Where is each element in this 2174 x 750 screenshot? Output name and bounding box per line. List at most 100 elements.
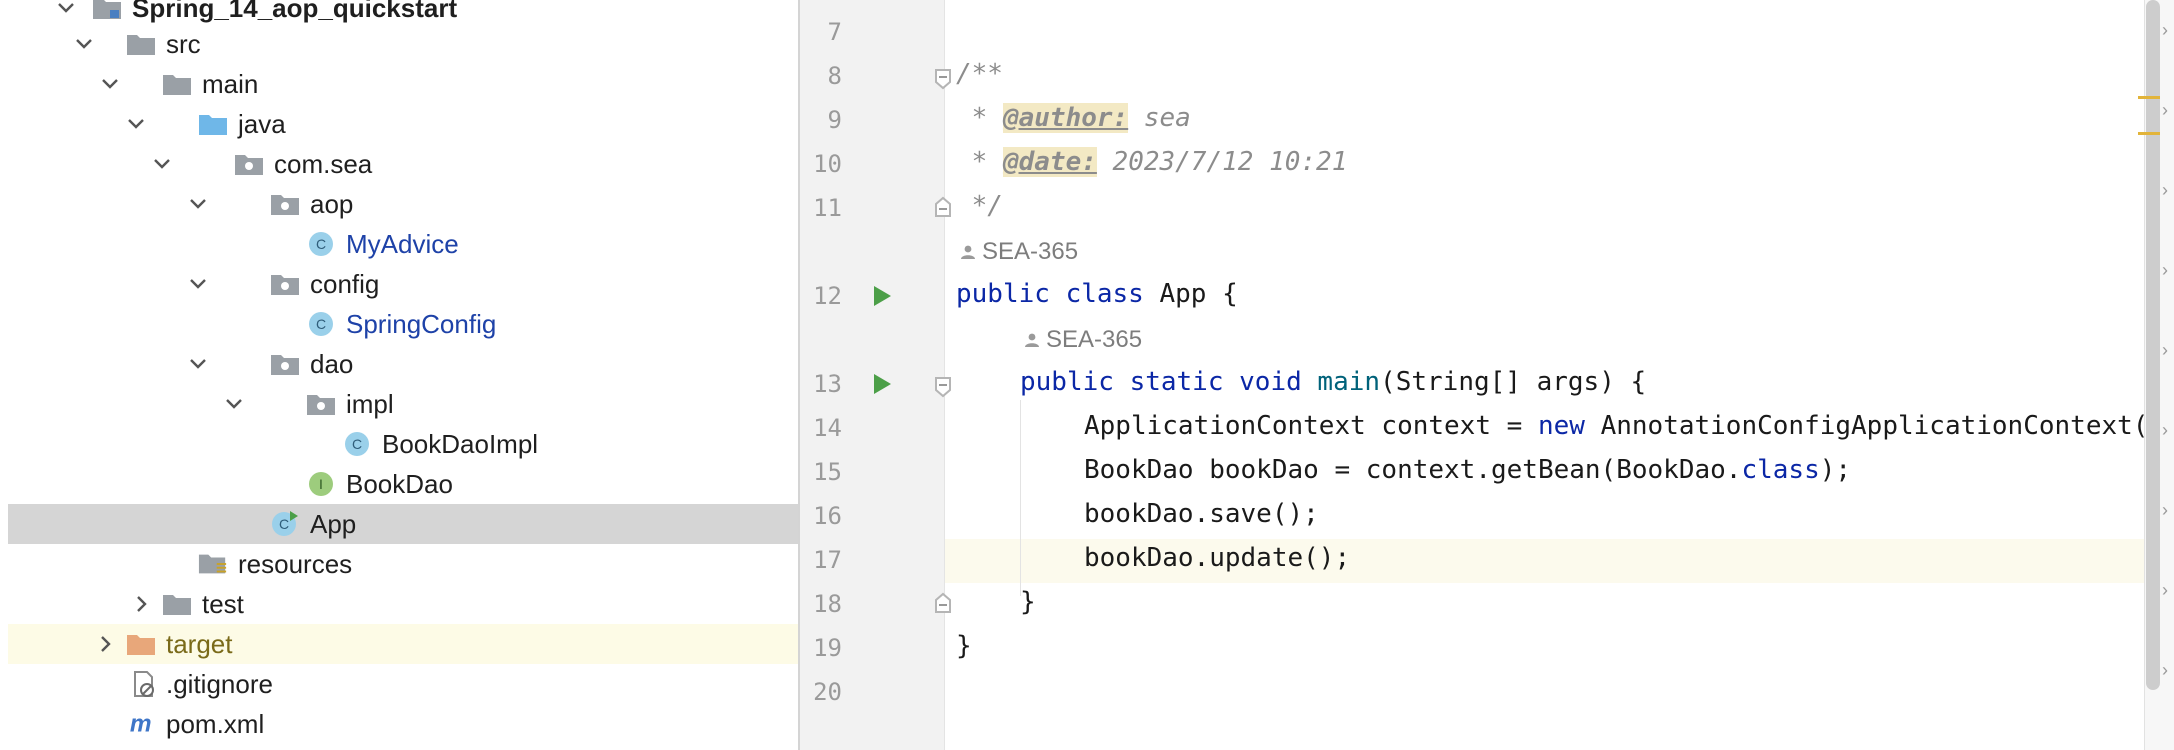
doc-comment: * — [956, 103, 1003, 133]
tree-label: src — [166, 29, 201, 59]
warning-marker[interactable] — [2138, 132, 2160, 135]
chevron-down-icon[interactable] — [100, 74, 120, 94]
tree-item-target[interactable]: target — [8, 624, 798, 664]
tree-label: App — [310, 509, 357, 539]
code-line-10[interactable]: * @date: 2023/7/12 10:21 — [956, 146, 1347, 178]
chevron-down-icon[interactable] — [188, 194, 208, 214]
chevron-down-icon[interactable] — [188, 274, 208, 294]
chevron-right-icon: › — [2162, 180, 2168, 200]
chevron-right-icon[interactable] — [132, 594, 152, 614]
line-number: 11 — [813, 194, 842, 222]
line-number: 13 — [813, 370, 842, 398]
code-text: (String[] args) { — [1380, 367, 1647, 397]
tree-item-java[interactable]: java — [8, 104, 798, 144]
code-line-18[interactable]: } — [1020, 586, 1036, 618]
line-number: 8 — [827, 62, 842, 90]
tree-item-package[interactable]: com.sea — [8, 144, 798, 184]
code-line-11[interactable]: */ — [956, 190, 1003, 222]
code-line-14[interactable]: ApplicationContext context = new Annotat… — [1084, 410, 2148, 442]
chevron-down-icon[interactable] — [126, 114, 146, 134]
source-folder-icon — [198, 111, 228, 137]
tree-item-myadvice[interactable]: C MyAdvice — [8, 224, 798, 264]
tree-item-app[interactable]: C App — [8, 504, 798, 544]
tree-item-config[interactable]: config — [8, 264, 798, 304]
vcs-author-hint[interactable]: SEA-365 — [960, 238, 1078, 266]
folder-icon — [126, 31, 156, 57]
fold-marker-icon[interactable] — [934, 376, 952, 403]
chevron-down-icon[interactable] — [152, 154, 172, 174]
tree-item-impl[interactable]: impl — [8, 384, 798, 424]
line-number: 19 — [813, 634, 842, 662]
line-number: 18 — [813, 590, 842, 618]
tree-item-springconfig[interactable]: C SpringConfig — [8, 304, 798, 344]
chevron-right-icon[interactable] — [96, 634, 116, 654]
warning-marker[interactable] — [2138, 96, 2160, 99]
interface-icon: I — [306, 471, 336, 497]
package-icon — [306, 391, 336, 417]
resources-folder-icon — [198, 551, 228, 577]
chevron-down-icon[interactable] — [188, 354, 208, 374]
tree-item-test[interactable]: test — [8, 584, 798, 624]
tree-item-pom[interactable]: m pom.xml — [8, 704, 798, 744]
tree-item-gitignore[interactable]: .gitignore — [8, 664, 798, 704]
line-number: 9 — [827, 106, 842, 134]
tree-item-bookdaoimpl[interactable]: C BookDaoImpl — [8, 424, 798, 464]
vcs-author: SEA-365 — [1046, 326, 1143, 353]
line-number: 14 — [813, 414, 842, 442]
line-number: 7 — [827, 18, 842, 46]
code-line-12[interactable]: public class App { — [956, 278, 1238, 310]
code-text: ); — [1819, 455, 1852, 485]
run-gutter-icon[interactable] — [872, 373, 892, 400]
chevron-right-icon: › — [2162, 100, 2168, 120]
tree-label: config — [310, 269, 380, 299]
tree-label: main — [202, 69, 259, 99]
code-text: bookDao.update(); — [1084, 543, 1351, 573]
line-number: 17 — [813, 546, 842, 574]
chevron-right-icon: › — [2162, 500, 2168, 520]
vcs-author-hint[interactable]: SEA-365 — [1024, 326, 1142, 354]
code-text: } — [1020, 587, 1036, 617]
tree-item-bookdao[interactable]: I BookDao — [8, 464, 798, 504]
code-line-9[interactable]: * @author: sea — [956, 102, 1191, 134]
keyword: new — [1537, 411, 1585, 441]
maven-icon: m — [128, 711, 158, 738]
svg-text:C: C — [316, 236, 326, 252]
fold-marker-icon[interactable] — [934, 196, 952, 223]
chevron-down-icon[interactable] — [56, 0, 76, 18]
fold-marker-icon[interactable] — [934, 592, 952, 619]
code-line-13[interactable]: public static void main(String[] args) { — [1020, 366, 1646, 398]
code-text: ApplicationContext context = — [1084, 411, 1538, 441]
class-icon: C — [306, 311, 336, 337]
tree-item-main[interactable]: main — [8, 64, 798, 104]
doc-comment: 2023/7/12 10:21 — [1096, 147, 1348, 177]
fold-marker-icon[interactable] — [934, 68, 952, 95]
scrollbar-thumb[interactable] — [2146, 0, 2160, 690]
code-line-16[interactable]: bookDao.save(); — [1084, 498, 1319, 530]
code-line-15[interactable]: BookDao bookDao = context.getBean(BookDa… — [1084, 454, 1851, 486]
code-line-8[interactable]: /** — [956, 58, 1003, 90]
tree-item-resources[interactable]: resources — [8, 544, 798, 584]
tree-label: BookDao — [346, 469, 453, 499]
chevron-right-icon: › — [2162, 420, 2168, 440]
tree-item-dao[interactable]: dao — [8, 344, 798, 384]
chevron-right-icon: › — [2162, 340, 2168, 360]
code-text: } — [956, 631, 972, 661]
svg-text:C: C — [352, 436, 362, 452]
package-icon — [270, 351, 300, 377]
code-text: App { — [1143, 279, 1238, 309]
run-gutter-icon[interactable] — [872, 285, 892, 312]
tree-label: pom.xml — [166, 709, 265, 739]
chevron-down-icon[interactable] — [74, 34, 94, 54]
doc-comment: sea — [1128, 103, 1191, 133]
class-icon: C — [342, 431, 372, 457]
keyword: public class — [956, 279, 1144, 309]
code-line-17[interactable]: bookDao.update(); — [1084, 542, 1350, 574]
code-line-19[interactable]: } — [956, 630, 972, 662]
tree-item-aop[interactable]: aop — [8, 184, 798, 224]
chevron-right-icon: › — [2162, 660, 2168, 680]
tree-item-src[interactable]: src — [8, 24, 798, 64]
tree-label: aop — [310, 189, 354, 219]
indent-guide — [1020, 400, 1021, 596]
folder-icon — [162, 71, 192, 97]
chevron-down-icon[interactable] — [224, 394, 244, 414]
